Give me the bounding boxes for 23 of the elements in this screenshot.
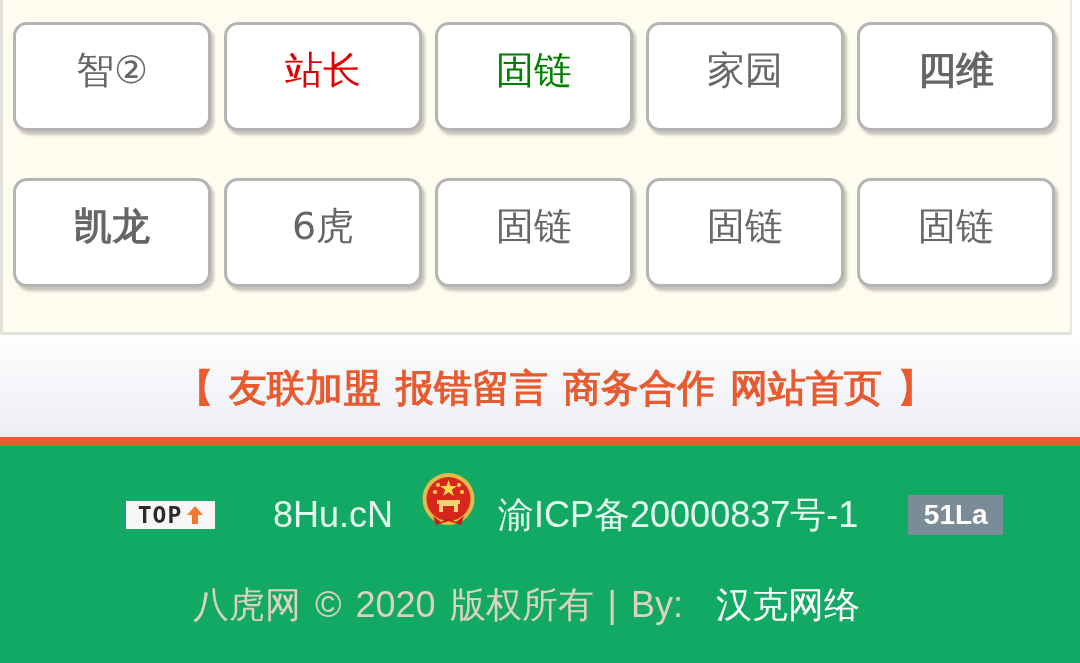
back-to-top-button[interactable]: TOP [126,501,215,529]
link-button[interactable]: 家园 [646,22,844,131]
stats-badge-link[interactable]: 51La [908,495,1004,535]
link-button[interactable]: 站长 [224,22,422,131]
link-button[interactable]: 智② [13,22,211,131]
nav-link[interactable]: 商务合作 [562,362,715,414]
link-button[interactable]: 固链 [857,178,1055,287]
link-button[interactable]: 四维 [857,22,1055,131]
copyright-text: 八虎网 © 2020 版权所有 | By: [193,583,683,627]
open-bracket: 【 [175,364,214,412]
site-name: 8Hu.cN [273,493,394,537]
emblem-icon [421,472,477,528]
nav-link[interactable]: 报错留言 [395,362,548,414]
nav-link[interactable]: 友联加盟 [228,362,381,414]
link-button[interactable]: 6虎 [224,178,422,287]
link-button[interactable]: 凯龙 [13,178,211,287]
link-button[interactable]: 固链 [435,178,633,287]
author-link[interactable]: 汉克网络 [716,583,860,627]
close-bracket: 】 [896,364,935,412]
link-button[interactable]: 固链 [646,178,844,287]
nav-link[interactable]: 网站首页 [729,362,882,414]
arrow-up-icon [187,506,204,524]
link-button[interactable]: 固链 [435,22,633,131]
